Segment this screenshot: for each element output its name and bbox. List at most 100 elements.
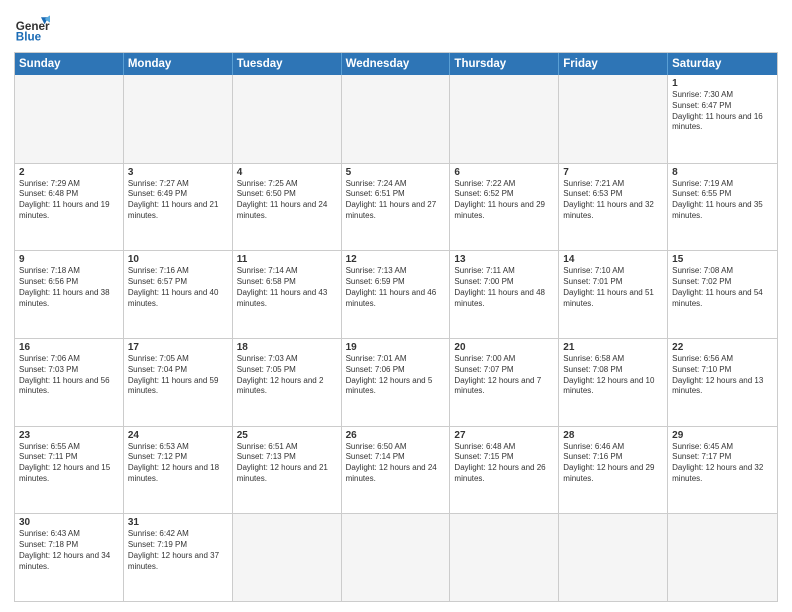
day-number: 26	[346, 430, 446, 441]
day-number: 4	[237, 167, 337, 178]
cal-cell: 27Sunrise: 6:48 AM Sunset: 7:15 PM Dayli…	[450, 427, 559, 514]
cal-cell	[15, 75, 124, 163]
cal-cell	[124, 75, 233, 163]
cell-info: Sunrise: 7:08 AM Sunset: 7:02 PM Dayligh…	[672, 266, 773, 309]
cell-info: Sunrise: 6:50 AM Sunset: 7:14 PM Dayligh…	[346, 442, 446, 485]
svg-text:Blue: Blue	[16, 31, 42, 44]
day-number: 25	[237, 430, 337, 441]
cal-cell: 20Sunrise: 7:00 AM Sunset: 7:07 PM Dayli…	[450, 339, 559, 426]
week-row-6: 30Sunrise: 6:43 AM Sunset: 7:18 PM Dayli…	[15, 513, 777, 601]
day-number: 23	[19, 430, 119, 441]
day-number: 6	[454, 167, 554, 178]
cal-cell	[450, 514, 559, 601]
cell-info: Sunrise: 6:53 AM Sunset: 7:12 PM Dayligh…	[128, 442, 228, 485]
cal-cell: 11Sunrise: 7:14 AM Sunset: 6:58 PM Dayli…	[233, 251, 342, 338]
cell-info: Sunrise: 7:10 AM Sunset: 7:01 PM Dayligh…	[563, 266, 663, 309]
cal-cell	[559, 75, 668, 163]
cal-cell	[559, 514, 668, 601]
cell-info: Sunrise: 6:56 AM Sunset: 7:10 PM Dayligh…	[672, 354, 773, 397]
cal-cell: 15Sunrise: 7:08 AM Sunset: 7:02 PM Dayli…	[668, 251, 777, 338]
cell-info: Sunrise: 7:25 AM Sunset: 6:50 PM Dayligh…	[237, 179, 337, 222]
day-number: 29	[672, 430, 773, 441]
cal-cell: 1Sunrise: 7:30 AM Sunset: 6:47 PM Daylig…	[668, 75, 777, 163]
calendar: SundayMondayTuesdayWednesdayThursdayFrid…	[14, 52, 778, 602]
day-number: 16	[19, 342, 119, 353]
cal-cell: 30Sunrise: 6:43 AM Sunset: 7:18 PM Dayli…	[15, 514, 124, 601]
cell-info: Sunrise: 6:46 AM Sunset: 7:16 PM Dayligh…	[563, 442, 663, 485]
day-number: 30	[19, 517, 119, 528]
day-number: 28	[563, 430, 663, 441]
cell-info: Sunrise: 7:18 AM Sunset: 6:56 PM Dayligh…	[19, 266, 119, 309]
cell-info: Sunrise: 6:45 AM Sunset: 7:17 PM Dayligh…	[672, 442, 773, 485]
day-number: 19	[346, 342, 446, 353]
cal-cell: 18Sunrise: 7:03 AM Sunset: 7:05 PM Dayli…	[233, 339, 342, 426]
day-number: 9	[19, 254, 119, 265]
day-number: 31	[128, 517, 228, 528]
cal-cell: 2Sunrise: 7:29 AM Sunset: 6:48 PM Daylig…	[15, 164, 124, 251]
cal-cell	[342, 75, 451, 163]
cell-info: Sunrise: 7:13 AM Sunset: 6:59 PM Dayligh…	[346, 266, 446, 309]
cal-cell: 26Sunrise: 6:50 AM Sunset: 7:14 PM Dayli…	[342, 427, 451, 514]
cal-cell: 19Sunrise: 7:01 AM Sunset: 7:06 PM Dayli…	[342, 339, 451, 426]
day-number: 7	[563, 167, 663, 178]
day-number: 20	[454, 342, 554, 353]
cal-cell: 25Sunrise: 6:51 AM Sunset: 7:13 PM Dayli…	[233, 427, 342, 514]
cal-cell	[668, 514, 777, 601]
header-day-sunday: Sunday	[15, 53, 124, 75]
day-number: 15	[672, 254, 773, 265]
day-number: 2	[19, 167, 119, 178]
cal-cell: 28Sunrise: 6:46 AM Sunset: 7:16 PM Dayli…	[559, 427, 668, 514]
cal-cell: 3Sunrise: 7:27 AM Sunset: 6:49 PM Daylig…	[124, 164, 233, 251]
cal-cell: 7Sunrise: 7:21 AM Sunset: 6:53 PM Daylig…	[559, 164, 668, 251]
cal-cell: 10Sunrise: 7:16 AM Sunset: 6:57 PM Dayli…	[124, 251, 233, 338]
week-row-4: 16Sunrise: 7:06 AM Sunset: 7:03 PM Dayli…	[15, 338, 777, 426]
page: General Blue SundayMondayTuesdayWednesda…	[0, 0, 792, 612]
cell-info: Sunrise: 7:05 AM Sunset: 7:04 PM Dayligh…	[128, 354, 228, 397]
header-day-monday: Monday	[124, 53, 233, 75]
day-number: 13	[454, 254, 554, 265]
day-number: 22	[672, 342, 773, 353]
cal-cell: 14Sunrise: 7:10 AM Sunset: 7:01 PM Dayli…	[559, 251, 668, 338]
cal-cell	[450, 75, 559, 163]
cell-info: Sunrise: 7:30 AM Sunset: 6:47 PM Dayligh…	[672, 90, 773, 133]
day-number: 18	[237, 342, 337, 353]
cal-cell: 23Sunrise: 6:55 AM Sunset: 7:11 PM Dayli…	[15, 427, 124, 514]
header-day-friday: Friday	[559, 53, 668, 75]
cell-info: Sunrise: 7:27 AM Sunset: 6:49 PM Dayligh…	[128, 179, 228, 222]
cell-info: Sunrise: 6:58 AM Sunset: 7:08 PM Dayligh…	[563, 354, 663, 397]
cell-info: Sunrise: 7:24 AM Sunset: 6:51 PM Dayligh…	[346, 179, 446, 222]
cal-cell: 22Sunrise: 6:56 AM Sunset: 7:10 PM Dayli…	[668, 339, 777, 426]
day-number: 21	[563, 342, 663, 353]
cal-cell: 24Sunrise: 6:53 AM Sunset: 7:12 PM Dayli…	[124, 427, 233, 514]
cal-cell	[342, 514, 451, 601]
cell-info: Sunrise: 7:16 AM Sunset: 6:57 PM Dayligh…	[128, 266, 228, 309]
cell-info: Sunrise: 7:21 AM Sunset: 6:53 PM Dayligh…	[563, 179, 663, 222]
cell-info: Sunrise: 6:43 AM Sunset: 7:18 PM Dayligh…	[19, 529, 119, 572]
cal-cell: 5Sunrise: 7:24 AM Sunset: 6:51 PM Daylig…	[342, 164, 451, 251]
cal-cell: 4Sunrise: 7:25 AM Sunset: 6:50 PM Daylig…	[233, 164, 342, 251]
cal-cell: 9Sunrise: 7:18 AM Sunset: 6:56 PM Daylig…	[15, 251, 124, 338]
logo: General Blue	[14, 10, 50, 46]
week-row-5: 23Sunrise: 6:55 AM Sunset: 7:11 PM Dayli…	[15, 426, 777, 514]
cal-cell	[233, 514, 342, 601]
day-number: 8	[672, 167, 773, 178]
logo-icon: General Blue	[14, 10, 50, 46]
day-number: 24	[128, 430, 228, 441]
cal-cell: 6Sunrise: 7:22 AM Sunset: 6:52 PM Daylig…	[450, 164, 559, 251]
header-day-thursday: Thursday	[450, 53, 559, 75]
week-row-3: 9Sunrise: 7:18 AM Sunset: 6:56 PM Daylig…	[15, 250, 777, 338]
cell-info: Sunrise: 6:51 AM Sunset: 7:13 PM Dayligh…	[237, 442, 337, 485]
cal-cell: 29Sunrise: 6:45 AM Sunset: 7:17 PM Dayli…	[668, 427, 777, 514]
day-number: 10	[128, 254, 228, 265]
day-number: 17	[128, 342, 228, 353]
cell-info: Sunrise: 6:55 AM Sunset: 7:11 PM Dayligh…	[19, 442, 119, 485]
day-number: 11	[237, 254, 337, 265]
day-number: 27	[454, 430, 554, 441]
cell-info: Sunrise: 7:19 AM Sunset: 6:55 PM Dayligh…	[672, 179, 773, 222]
cell-info: Sunrise: 6:48 AM Sunset: 7:15 PM Dayligh…	[454, 442, 554, 485]
cell-info: Sunrise: 7:06 AM Sunset: 7:03 PM Dayligh…	[19, 354, 119, 397]
top-section: General Blue	[14, 10, 778, 46]
day-number: 1	[672, 78, 773, 89]
cell-info: Sunrise: 7:11 AM Sunset: 7:00 PM Dayligh…	[454, 266, 554, 309]
cal-cell: 13Sunrise: 7:11 AM Sunset: 7:00 PM Dayli…	[450, 251, 559, 338]
